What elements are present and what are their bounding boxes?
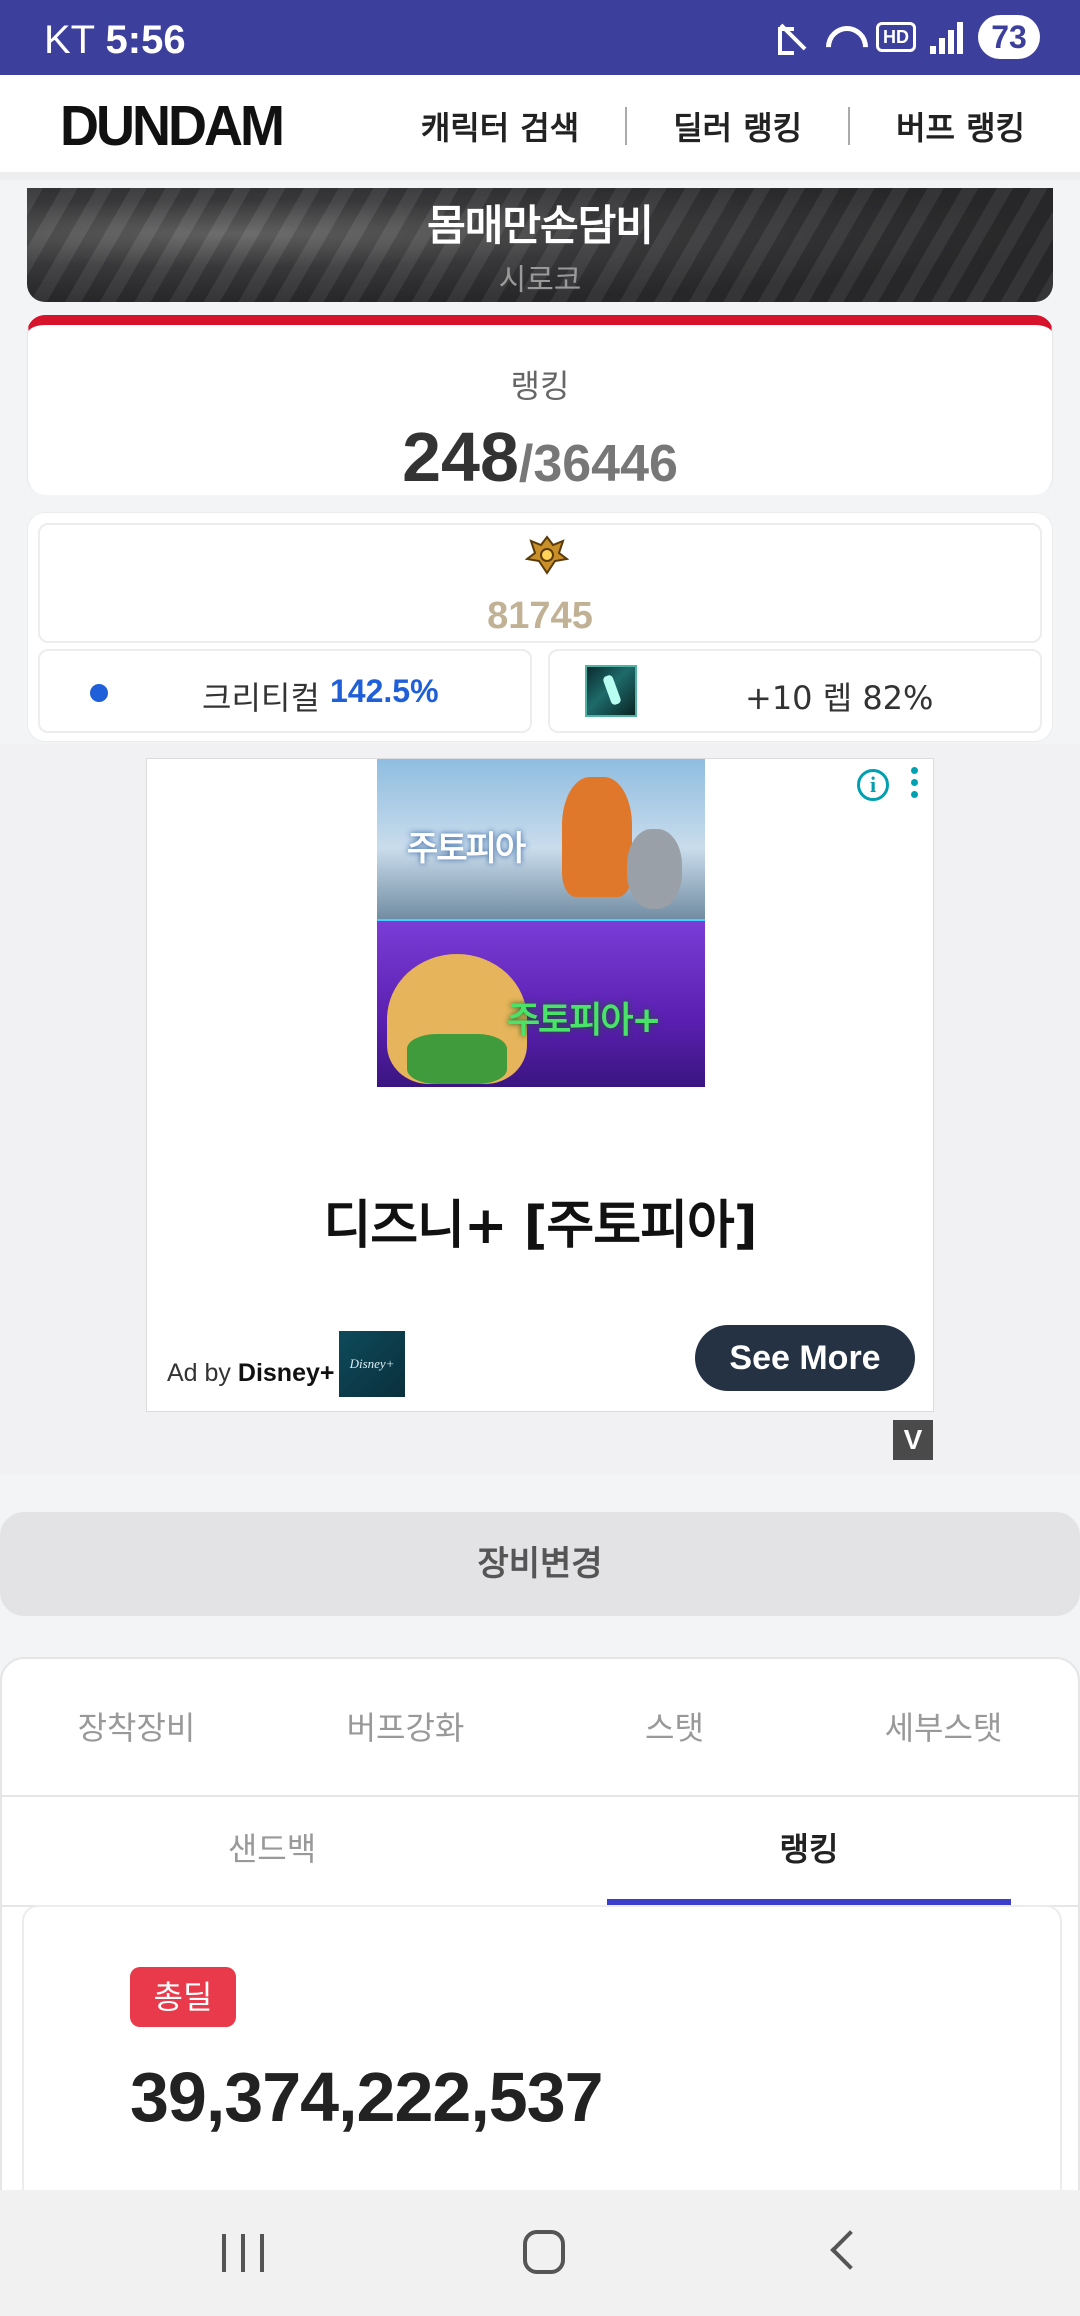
skill-level-text: +10 렙 82% bbox=[745, 679, 934, 717]
character-name: 몸매만손담비 bbox=[427, 201, 654, 250]
site-header: DUNDAM 캐릭터 검색 딜러 랭킹 버프 랭킹 bbox=[0, 75, 1080, 180]
site-logo[interactable]: DUNDAM bbox=[60, 93, 285, 158]
system-nav-bar bbox=[0, 2190, 1080, 2316]
ranking-value: 248/36446 bbox=[28, 417, 1052, 497]
poster-bunny bbox=[627, 829, 682, 909]
subtab-sandbag[interactable]: 샌드백 bbox=[2, 1797, 542, 1907]
ad-network-badge[interactable]: V bbox=[893, 1420, 933, 1460]
top-nav: 캐릭터 검색 딜러 랭킹 버프 랭킹 bbox=[421, 103, 1025, 149]
crit-stat: 크리티컬 142.5% bbox=[38, 649, 532, 733]
ad-card[interactable]: 주토피아 주토피아+ i 디즈니+ [주토피아] Ad by Disney+ D… bbox=[146, 758, 934, 1412]
tab-equipment[interactable]: 장착장비 bbox=[2, 1659, 271, 1795]
ad-title[interactable]: 디즈니+ [주토피아] bbox=[147, 1183, 933, 1258]
poster-cheetah bbox=[387, 954, 527, 1084]
equip-change-button[interactable]: 장비변경 bbox=[0, 1512, 1080, 1616]
ad-area: 주토피아 주토피아+ i 디즈니+ [주토피아] Ad by Disney+ D… bbox=[0, 744, 1080, 1474]
character-banner: 몸매만손담비 시로코 bbox=[27, 188, 1053, 302]
ad-brand: Disney+ bbox=[237, 1359, 335, 1387]
carrier-label: KT bbox=[44, 18, 95, 62]
status-left: KT 5:56 bbox=[44, 18, 186, 63]
poster-fox bbox=[562, 777, 632, 897]
tab-stats[interactable]: 스탯 bbox=[540, 1659, 809, 1795]
recent-apps-icon[interactable] bbox=[222, 2234, 264, 2272]
wifi-icon bbox=[822, 18, 862, 56]
skill-stat: +10 렙 82% bbox=[548, 649, 1042, 733]
status-icons: HD 73 bbox=[774, 15, 1040, 59]
total-damage-badge: 총딜 bbox=[130, 1967, 236, 2027]
mute-icon bbox=[774, 18, 808, 56]
crit-label: 크리티컬 bbox=[202, 679, 320, 717]
crit-value: 142.5% bbox=[330, 673, 439, 709]
see-more-button[interactable]: See More bbox=[695, 1325, 915, 1391]
power-box: 81745 bbox=[38, 523, 1042, 643]
signal-icon bbox=[930, 20, 964, 54]
skill-icon bbox=[585, 665, 637, 717]
nav-divider bbox=[625, 107, 628, 145]
ad-info-icon[interactable]: i bbox=[857, 769, 889, 801]
stats-panel: 81745 크리티컬 142.5% +10 렙 82% bbox=[27, 512, 1053, 742]
ad-by-prefix: Ad by bbox=[167, 1359, 231, 1387]
ad-poster-image[interactable]: 주토피아 주토피아+ bbox=[377, 759, 705, 1087]
power-value: 81745 bbox=[487, 595, 593, 637]
ad-menu-icon[interactable] bbox=[911, 767, 919, 801]
tab-detailed-stats[interactable]: 세부스탯 bbox=[809, 1659, 1078, 1795]
ad-brand-logo[interactable]: Disney+ bbox=[339, 1331, 405, 1397]
ranking-label: 랭킹 bbox=[510, 367, 570, 405]
nav-dealer-ranking[interactable]: 딜러 랭킹 bbox=[673, 103, 802, 149]
clock: 5:56 bbox=[105, 18, 186, 62]
subtab-ranking[interactable]: 랭킹 bbox=[607, 1797, 1011, 1907]
crit-dot-icon bbox=[90, 684, 108, 702]
ranking-card: 랭킹 248/36446 bbox=[27, 315, 1053, 497]
poster-title-2: 주토피아+ bbox=[507, 1000, 662, 1041]
main-tabs: 장착장비 버프강화 스탯 세부스탯 bbox=[2, 1659, 1078, 1797]
status-bar: KT 5:56 HD 73 bbox=[0, 0, 1080, 75]
ranking-position: 248 bbox=[402, 418, 519, 496]
nav-buff-ranking[interactable]: 버프 랭킹 bbox=[896, 103, 1025, 149]
nav-divider bbox=[848, 107, 851, 145]
ranking-total: /36446 bbox=[518, 435, 678, 493]
poster-title-1: 주토피아 bbox=[407, 829, 526, 869]
sub-tabs: 샌드백 랭킹 bbox=[2, 1797, 1078, 1907]
tab-buff-enhance[interactable]: 버프강화 bbox=[271, 1659, 540, 1795]
home-icon[interactable] bbox=[523, 2230, 565, 2274]
battery-indicator: 73 bbox=[978, 15, 1040, 59]
hd-icon: HD bbox=[876, 22, 916, 52]
total-damage-value: 39,374,222,537 bbox=[130, 2058, 604, 2136]
nav-character-search[interactable]: 캐릭터 검색 bbox=[421, 103, 579, 149]
character-server: 시로코 bbox=[498, 263, 582, 298]
back-icon[interactable] bbox=[830, 2230, 870, 2270]
ad-attribution: Ad by Disney+ bbox=[167, 1359, 334, 1388]
rank-emblem-icon bbox=[525, 535, 569, 575]
